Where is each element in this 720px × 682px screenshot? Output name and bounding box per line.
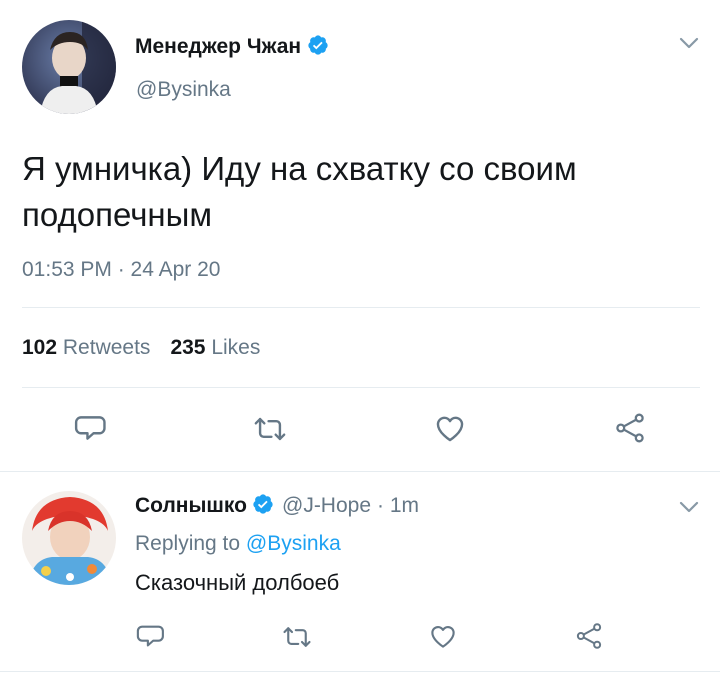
replying-to-line: Replying to @Bysinka <box>135 532 341 556</box>
retweet-icon[interactable] <box>252 412 288 446</box>
reply-text: Сказочный долбоеб <box>135 570 340 595</box>
reply-handle[interactable]: @J-Hope <box>282 494 371 518</box>
author-display-name-row: Менеджер Чжан <box>135 34 329 60</box>
verified-badge-icon <box>307 34 329 61</box>
divider <box>22 387 700 388</box>
chevron-down-icon[interactable] <box>678 36 700 55</box>
divider <box>0 671 720 672</box>
reply-header: Солнышко @J-Hope · 1m <box>135 492 419 520</box>
retweet-icon[interactable] <box>281 622 313 652</box>
reply-icon[interactable] <box>136 621 166 651</box>
author-display-name[interactable]: Менеджер Чжан <box>135 35 301 59</box>
author-handle[interactable]: @Bysinka <box>136 78 231 102</box>
replying-to-label: Replying to <box>135 532 241 555</box>
heart-icon[interactable] <box>432 411 468 445</box>
tweet-timestamp[interactable]: 01:53 PM · 24 Apr 20 <box>22 258 220 282</box>
reply-display-name[interactable]: Солнышко <box>135 494 247 518</box>
divider <box>22 307 700 308</box>
chevron-down-icon[interactable] <box>678 500 700 519</box>
verified-badge-icon <box>252 493 274 520</box>
replying-to-handle[interactable]: @Bysinka <box>246 532 341 555</box>
reply-time[interactable]: · 1m <box>377 494 419 518</box>
retweets-stat[interactable]: 102 Retweets <box>22 336 150 360</box>
tweet-text: Я умничка) Иду на схватку со своим подоп… <box>22 150 577 233</box>
reply-author-avatar[interactable] <box>22 491 116 585</box>
retweets-label: Retweets <box>62 336 151 359</box>
engagement-stats: 102 Retweets 235 Likes <box>22 336 260 360</box>
likes-count: 235 <box>170 336 206 359</box>
share-icon[interactable] <box>573 621 605 651</box>
reply-icon[interactable] <box>74 411 108 445</box>
author-avatar[interactable] <box>22 20 116 114</box>
share-icon[interactable] <box>612 411 648 445</box>
divider <box>0 471 720 472</box>
likes-label: Likes <box>211 336 261 359</box>
retweets-count: 102 <box>22 336 58 359</box>
likes-stat[interactable]: 235 Likes <box>170 336 260 360</box>
heart-icon[interactable] <box>427 621 459 651</box>
